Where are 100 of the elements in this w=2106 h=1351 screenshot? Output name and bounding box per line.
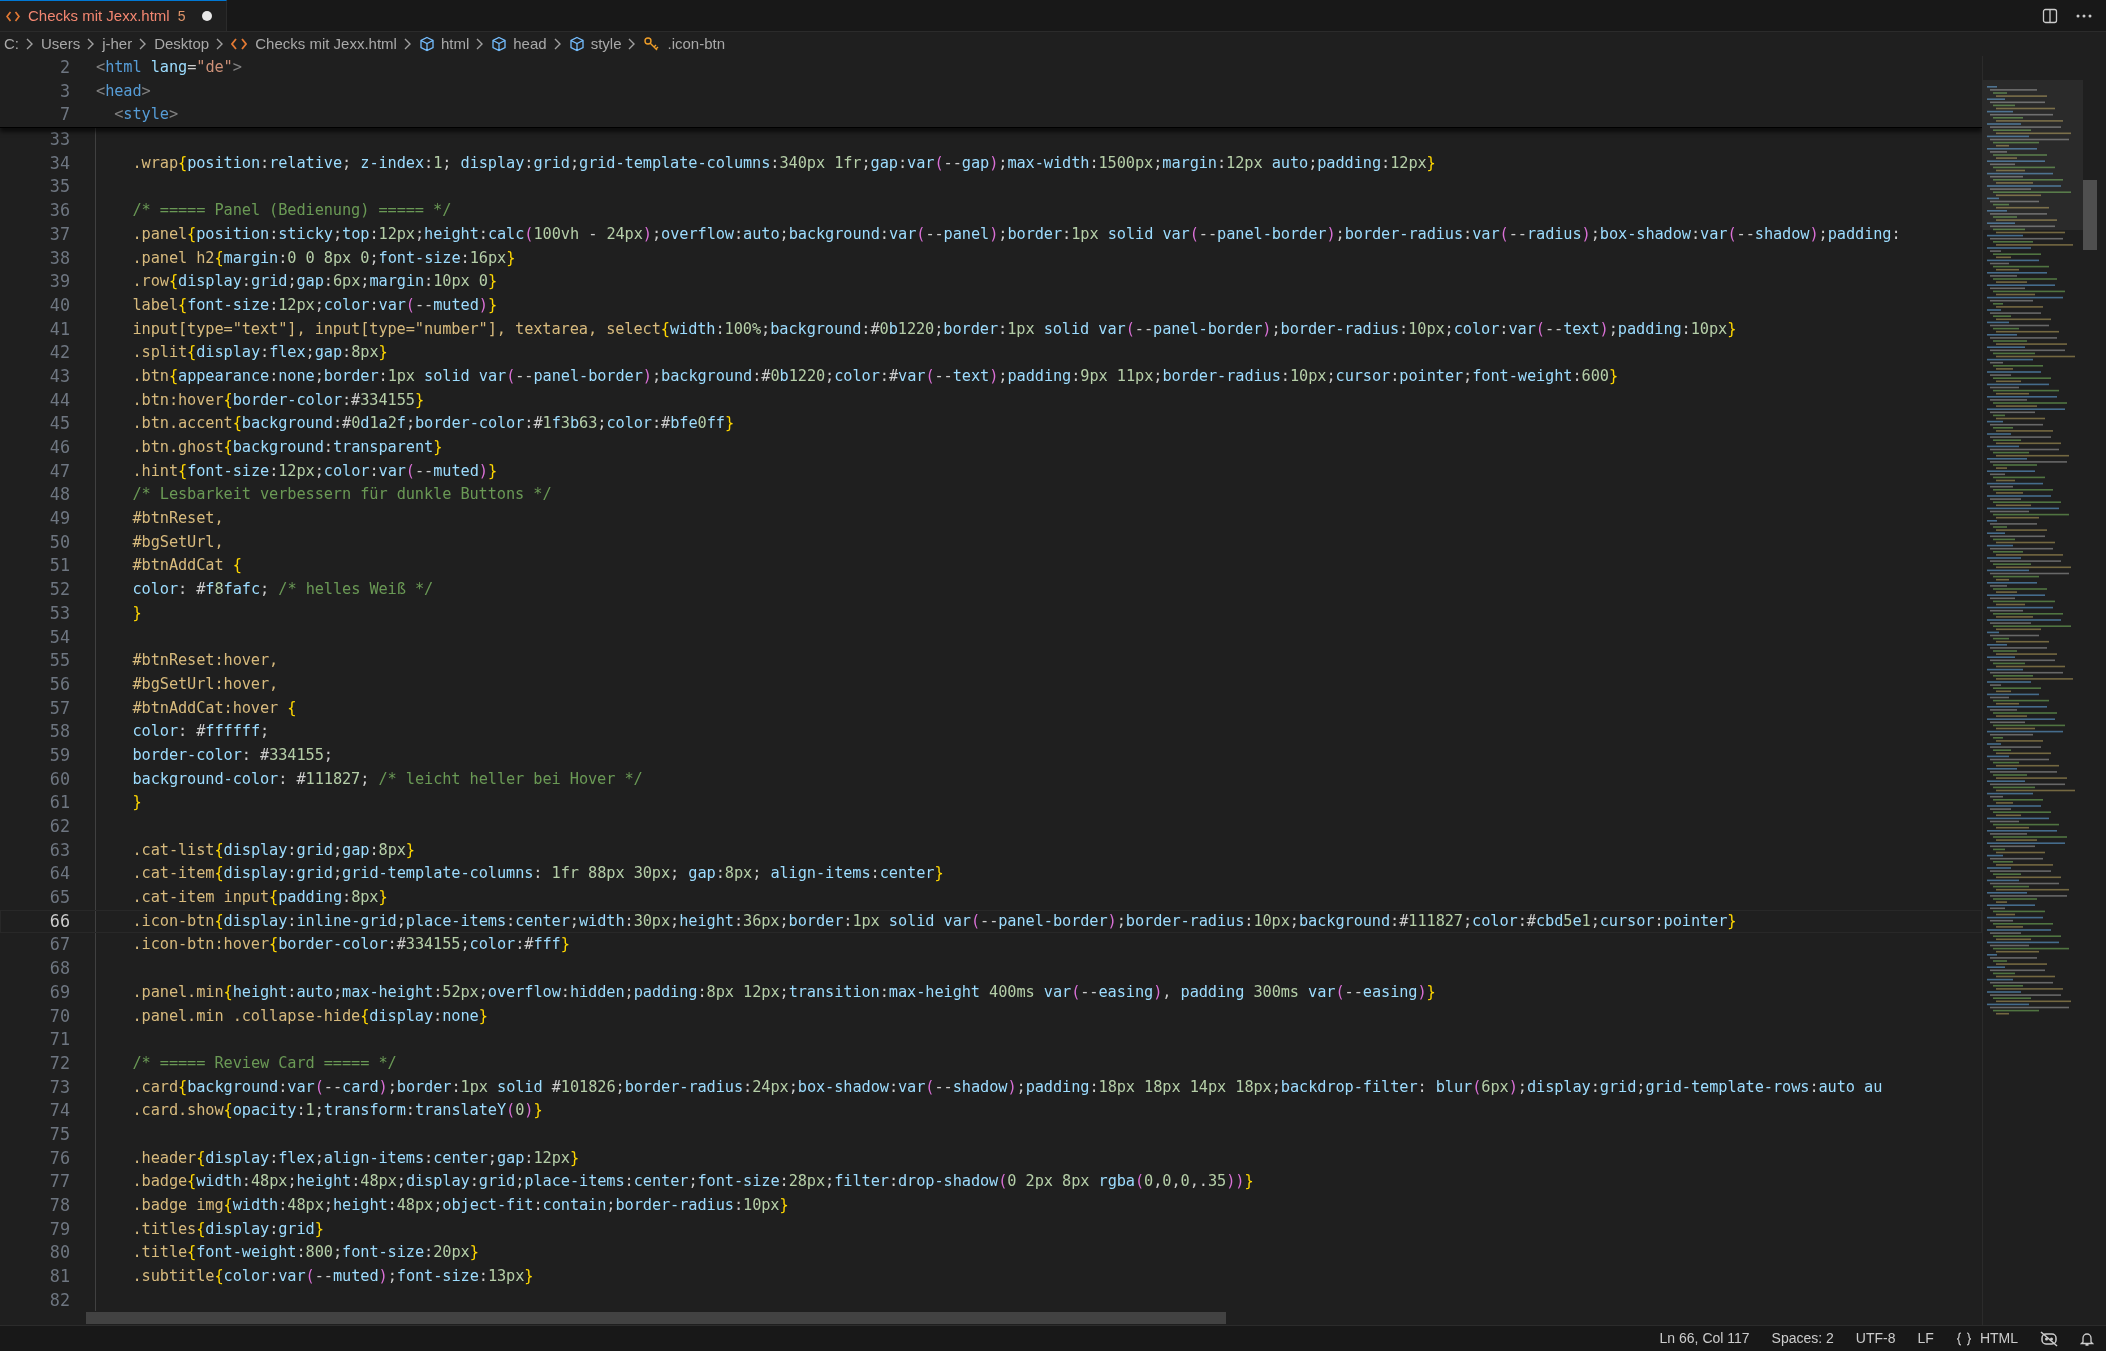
breadcrumb-item[interactable]: .icon-btn — [667, 32, 726, 56]
code-line: .cat-item input{padding:8px} — [131, 887, 388, 909]
line-number: 75 — [48, 1122, 71, 1146]
code-line: .badge{width:48px;height:48px;display:grid;place-items:center;font-size:28px;filter:drop-shadow(0 2px 8px rgba(0,0,0,.35))} — [131, 1171, 1254, 1193]
line-number: 72 — [48, 1051, 71, 1075]
line-number: 53 — [48, 601, 71, 625]
line-number: 39 — [48, 270, 71, 294]
line-number: 52 — [48, 578, 71, 602]
more-actions-icon[interactable] — [2076, 13, 2092, 18]
line-number: 33 — [48, 128, 71, 152]
cube-icon — [418, 36, 435, 52]
breadcrumb-item[interactable]: style — [590, 32, 622, 56]
breadcrumb-item[interactable]: Users — [41, 32, 81, 56]
line-number: 74 — [48, 1099, 71, 1123]
code-line: label{font-size:12px;color:var(--muted)} — [131, 294, 498, 316]
line-number: 55 — [48, 649, 71, 673]
code-line: #btnAddCat:hover { — [131, 697, 297, 719]
breadcrumb-item[interactable]: Checks mit Jexx.html — [255, 32, 397, 56]
code-line: color: #ffffff; — [131, 721, 270, 743]
line-number: 58 — [48, 720, 71, 744]
line-number: 62 — [48, 815, 71, 838]
code-line: .panel h2{margin:0 0 8px 0;font-size:16px} — [131, 247, 516, 269]
code-line: .panel.min{height:auto;max-height:52px;overflow:hidden;padding:8px 12px;transition:max-height 400ms var(--easing), padding 300ms var(--easing)} — [131, 981, 1436, 1003]
code-line: } — [131, 602, 142, 624]
line-number: 77 — [48, 1170, 71, 1194]
line-number: 78 — [48, 1194, 71, 1217]
line-number: 70 — [48, 1004, 71, 1028]
line-number: 64 — [48, 862, 71, 886]
braces-icon — [1955, 1331, 1972, 1346]
code-line: } — [131, 792, 142, 814]
line-number: 82 — [48, 1288, 71, 1311]
language-mode[interactable]: HTML — [1979, 1328, 2018, 1349]
code-line: .cat-item{display:grid;grid-template-columns: 1fr 88px 30px; gap:8px; align-items:center} — [131, 863, 944, 885]
line-number: 44 — [48, 388, 71, 412]
line-number: 76 — [48, 1146, 71, 1170]
line-number: 73 — [48, 1075, 71, 1099]
code-line: .header{display:flex;align-items:center;gap:12px} — [131, 1147, 579, 1169]
line-number: 49 — [48, 507, 71, 531]
tab-title: Checks mit Jexx.html — [28, 5, 170, 26]
line-number: 67 — [48, 933, 71, 957]
line-number: 7 — [58, 103, 71, 127]
bell-icon[interactable] — [2080, 1330, 2094, 1347]
breadcrumb-item[interactable]: j-her — [102, 32, 133, 56]
breadcrumb-item[interactable]: Desktop — [154, 32, 210, 56]
code-line: <style> — [113, 104, 179, 126]
code-line: .panel.min .collapse-hide{display:none} — [131, 1005, 488, 1027]
split-editor-icon[interactable] — [2042, 7, 2058, 24]
encoding-setting[interactable]: UTF-8 — [1855, 1328, 1896, 1349]
line-number: 69 — [48, 980, 71, 1004]
indentation-setting[interactable]: Spaces: 2 — [1771, 1328, 1834, 1349]
line-number: 46 — [48, 436, 71, 459]
cube-icon — [568, 36, 585, 52]
line-number: 54 — [48, 625, 71, 649]
code-line: .btn.ghost{background:transparent} — [131, 437, 443, 458]
line-number: 68 — [48, 957, 71, 981]
code-line: <html lang="de"> — [96, 57, 242, 78]
line-number: 48 — [48, 483, 71, 507]
breadcrumb-item[interactable]: C: — [4, 32, 19, 56]
cube-icon — [491, 36, 508, 52]
line-number: 81 — [48, 1265, 71, 1289]
chevron-right-icon — [402, 37, 413, 51]
code-line: .icon-btn{display:inline-grid;place-items:center;width:30px;height:36px;border:1px solid var(--panel-border);border-radius:10px;background:#111827;color:#cbd5e1;cursor:pointer} — [131, 910, 1737, 932]
line-number: 35 — [48, 175, 71, 199]
editor-tab[interactable]: Checks mit Jexx.html 5 — [0, 0, 227, 31]
code-line: .row{display:grid;gap:6px;margin:10px 0} — [131, 271, 498, 293]
breadcrumb-item[interactable]: html — [440, 32, 470, 56]
line-number: 36 — [48, 199, 71, 223]
line-number: 61 — [48, 791, 71, 815]
code-line: .btn.accent{background:#0d1a2f;border-color:#1f3b63;color:#bfe0ff} — [131, 413, 735, 435]
code-line: color: #f8fafc; /* helles Weiß */ — [131, 579, 434, 601]
code-line: .panel{position:sticky;top:12px;height:calc(100vh - 24px);overflow:auto;background:var(--panel);border:1px solid var(--panel-border);border-radius:var(--radius);box-shadow:var(--shadow);padding: — [131, 223, 1901, 245]
code-line: .titles{display:grid} — [131, 1218, 324, 1240]
line-number: 43 — [48, 364, 71, 388]
vertical-scrollbar[interactable] — [2083, 180, 2097, 250]
code-line: #bgSetUrl, — [131, 531, 224, 553]
line-number: 66 — [48, 909, 71, 933]
code-line: /* ===== Panel (Bedienung) ===== */ — [131, 200, 452, 222]
cursor-position[interactable]: Ln 66, Col 117 — [1659, 1328, 1750, 1349]
code-brackets-icon — [6, 10, 20, 22]
line-number: 37 — [48, 222, 71, 246]
horizontal-scrollbar[interactable] — [86, 1312, 1226, 1324]
line-number: 34 — [48, 151, 71, 175]
line-number: 40 — [48, 293, 71, 317]
line-ending-setting[interactable]: LF — [1917, 1328, 1934, 1349]
line-number: 3 — [58, 79, 71, 103]
line-number: 38 — [48, 246, 71, 270]
code-line: .cat-list{display:grid;gap:8px} — [131, 839, 415, 861]
code-line: <head> — [96, 80, 151, 102]
code-line: .btn:hover{border-color:#334155} — [131, 389, 425, 411]
line-number: 50 — [48, 530, 71, 554]
line-number: 57 — [48, 696, 71, 720]
line-number: 56 — [48, 672, 71, 696]
code-line: .wrap{position:relative; z-index:1; display:grid;grid-template-columns:340px 1fr;gap:var(--gap);max-width:1500px;margin:12px auto;padding:12px} — [131, 152, 1436, 174]
code-line: #btnReset:hover, — [131, 650, 279, 672]
code-line: #bgSetUrl:hover, — [131, 673, 279, 695]
code-line: .split{display:flex;gap:8px} — [131, 342, 388, 364]
chevron-right-icon — [25, 37, 35, 51]
line-number: 51 — [48, 554, 71, 578]
line-number: 47 — [48, 459, 71, 483]
breadcrumb-item[interactable]: head — [513, 32, 547, 56]
